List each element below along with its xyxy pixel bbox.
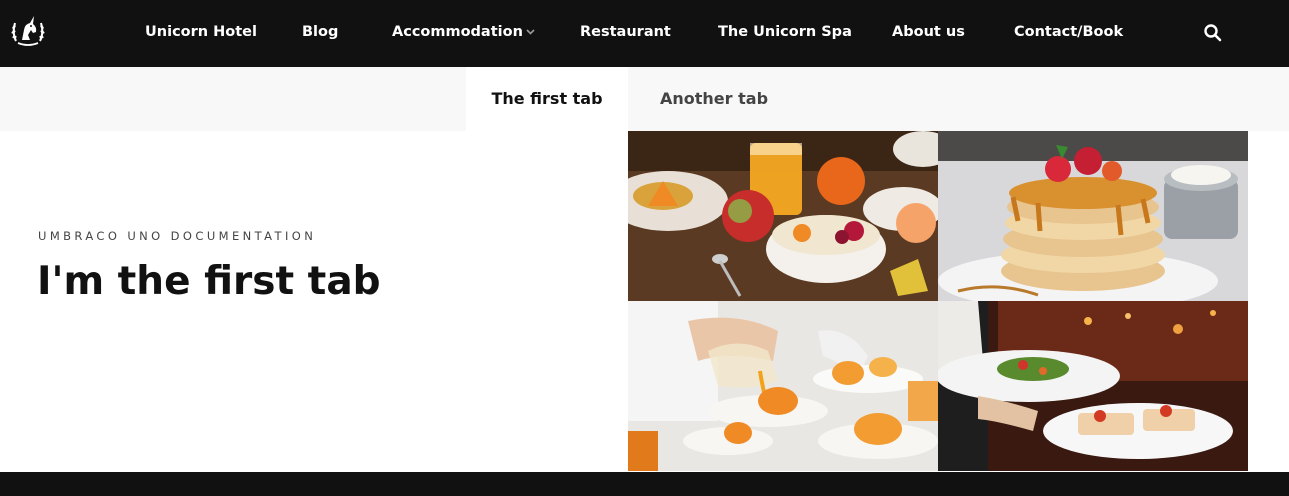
nav-item-about-us[interactable]: About us (892, 0, 965, 67)
nav-label: The Unicorn Spa (718, 24, 852, 40)
footer-bar (0, 472, 1289, 496)
search-icon[interactable] (1203, 23, 1223, 43)
eyebrow-text: UMBRACO UNO DOCUMENTATION (38, 229, 317, 243)
top-navigation: Unicorn Hotel Blog Accommodation Restaur… (0, 0, 1289, 67)
nav-label: Contact/Book (1014, 24, 1124, 40)
nav-label: Blog (302, 24, 339, 40)
nav-item-blog[interactable]: Blog (302, 0, 338, 67)
breakfast-spread-photo (628, 131, 938, 301)
nav-item-unicorn-spa[interactable]: The Unicorn Spa (718, 0, 852, 67)
waiter-serving-photo (938, 301, 1248, 471)
photo-gallery (628, 131, 1248, 471)
tab-another-tab[interactable]: Another tab (660, 67, 768, 131)
nav-label: Restaurant (580, 24, 671, 40)
tab-label: Another tab (660, 89, 769, 108)
tab-the-first-tab[interactable]: The first tab (466, 67, 628, 131)
nav-label: Unicorn Hotel (145, 24, 257, 40)
nav-item-accommodation[interactable]: Accommodation (392, 0, 535, 67)
pancake-stack-photo (938, 131, 1248, 301)
chevron-down-icon (526, 0, 535, 63)
tab-label: The first tab (491, 89, 603, 108)
nav-label: Accommodation (392, 24, 523, 40)
chef-plating-photo (628, 301, 938, 471)
tab-heading: I'm the first tab (37, 259, 381, 304)
nav-item-contact-book[interactable]: Contact/Book (1014, 0, 1123, 67)
nav-item-unicorn-hotel[interactable]: Unicorn Hotel (145, 0, 257, 67)
nav-item-restaurant[interactable]: Restaurant (580, 0, 671, 67)
tab-bar: The first tab Another tab (0, 67, 1289, 131)
unicorn-laurel-logo-icon[interactable] (8, 11, 48, 51)
nav-label: About us (892, 24, 965, 40)
